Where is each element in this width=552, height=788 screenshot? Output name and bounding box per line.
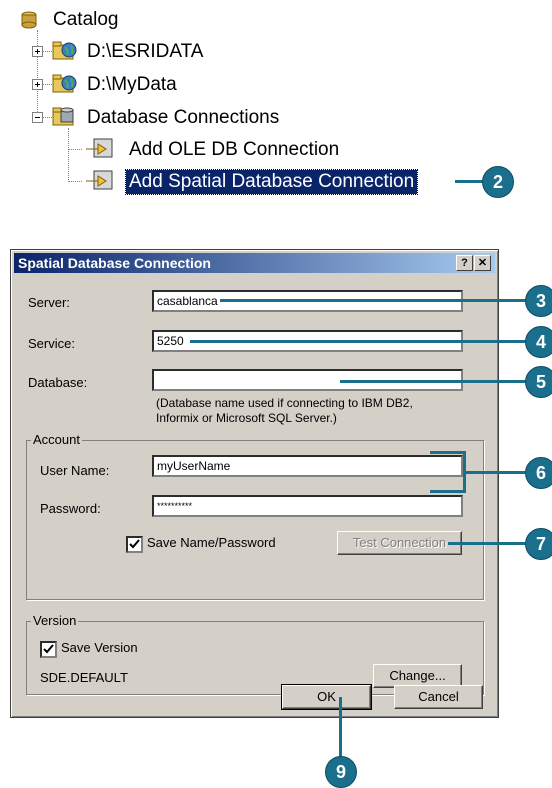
tree-connector — [37, 30, 38, 122]
save-name-password-label: Save Name/Password — [147, 535, 276, 550]
callout-line — [448, 542, 530, 545]
save-name-password-checkbox[interactable] — [126, 536, 143, 553]
expand-icon[interactable] — [32, 46, 43, 57]
dialog-title: Spatial Database Connection — [18, 255, 211, 271]
test-connection-button[interactable]: Test Connection — [337, 531, 462, 555]
database-label: Database: — [28, 375, 88, 390]
folder-globe-icon — [52, 74, 77, 93]
username-input[interactable]: myUserName — [152, 455, 463, 477]
callout-badge: 4 — [525, 326, 552, 358]
callout-bracket — [430, 490, 466, 493]
tree-item-database-connections[interactable]: Database Connections — [87, 106, 279, 130]
tree-connector — [42, 117, 52, 118]
check-icon — [43, 644, 54, 654]
title-bar: Spatial Database Connection ? ✕ — [14, 253, 495, 273]
callout-badge: 2 — [482, 166, 514, 198]
current-version: SDE.DEFAULT — [40, 670, 128, 685]
callout-badge: 9 — [325, 756, 357, 788]
password-label: Password: — [40, 501, 101, 516]
callout-line — [463, 471, 530, 474]
tree-connector — [68, 128, 69, 180]
account-legend: Account — [31, 432, 82, 447]
ok-button[interactable]: OK — [281, 684, 372, 710]
server-label: Server: — [28, 295, 70, 310]
service-label: Service: — [28, 336, 75, 351]
collapse-icon[interactable] — [32, 112, 43, 123]
check-icon — [129, 539, 140, 549]
help-button[interactable]: ? — [456, 255, 473, 271]
tree-connector — [68, 181, 82, 182]
expand-icon[interactable] — [32, 79, 43, 90]
save-version-label: Save Version — [61, 640, 138, 655]
tree-item-add-ole-db[interactable]: Add OLE DB Connection — [129, 138, 339, 162]
catalog-tree: Catalog D:\ESRIDATA D:\MyData Database C… — [0, 0, 552, 210]
username-label: User Name: — [40, 463, 110, 478]
tree-item-mydata[interactable]: D:\MyData — [87, 73, 177, 97]
spatial-db-connection-dialog: Spatial Database Connection ? ✕ Server: … — [10, 249, 499, 718]
callout-bracket — [430, 451, 466, 454]
folder-globe-icon — [52, 41, 77, 60]
callout-badge: 3 — [525, 285, 552, 317]
tree-connector — [68, 149, 82, 150]
add-connection-icon — [86, 170, 113, 190]
tree-item-esridata[interactable]: D:\ESRIDATA — [87, 40, 203, 64]
close-button[interactable]: ✕ — [474, 255, 491, 271]
callout-line — [220, 299, 530, 302]
callout-line — [339, 697, 342, 759]
database-note: (Database name used if connecting to IBM… — [156, 396, 413, 425]
save-version-checkbox[interactable] — [40, 641, 57, 658]
tree-item-add-spatial-db[interactable]: Add Spatial Database Connection — [124, 169, 419, 195]
tree-connector — [42, 51, 52, 52]
callout-badge: 5 — [525, 366, 552, 398]
cancel-button[interactable]: Cancel — [394, 685, 483, 709]
callout-line — [340, 380, 530, 383]
database-folder-icon — [52, 107, 74, 126]
callout-badge: 7 — [525, 528, 552, 560]
catalog-icon — [21, 11, 37, 29]
add-connection-icon — [86, 138, 113, 158]
callout-badge: 6 — [525, 457, 552, 489]
callout-line — [190, 340, 530, 343]
version-legend: Version — [31, 613, 79, 628]
tree-item-catalog[interactable]: Catalog — [53, 8, 119, 32]
password-input[interactable]: ********** — [152, 495, 463, 517]
tree-connector — [42, 84, 52, 85]
callout-line — [455, 180, 485, 183]
